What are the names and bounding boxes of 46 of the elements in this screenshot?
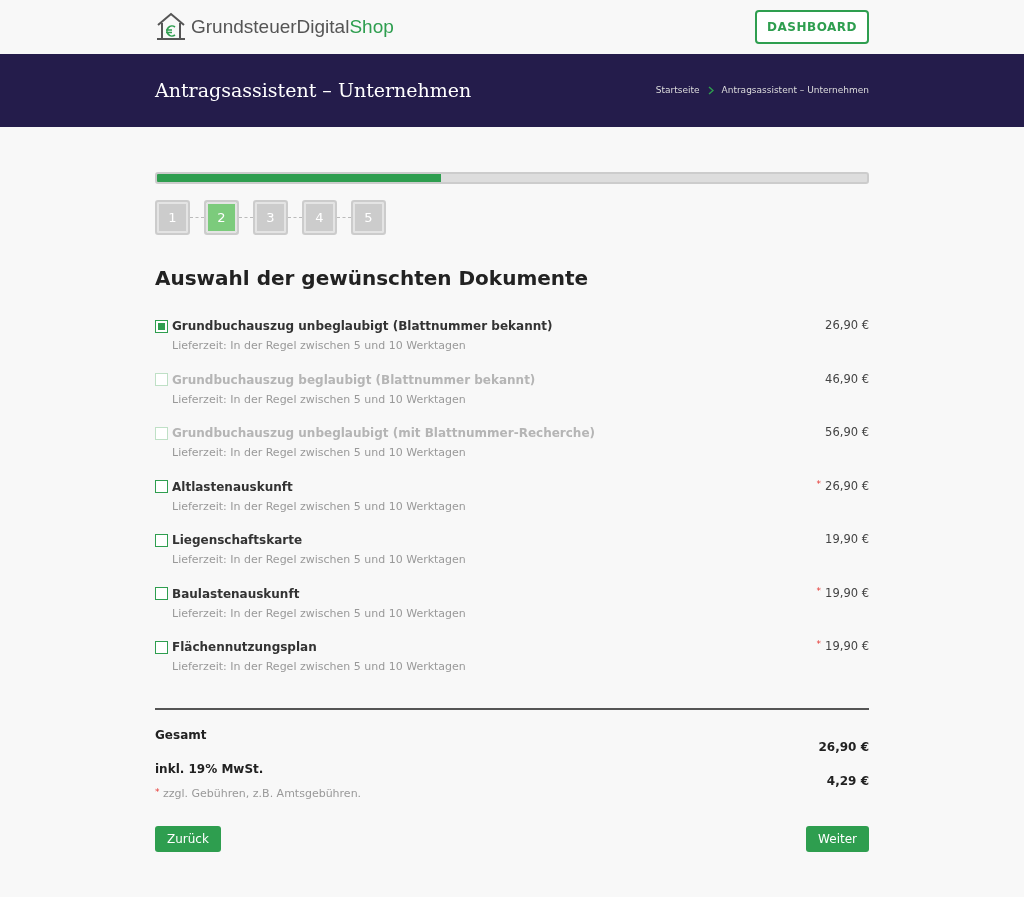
back-button[interactable]: Zurück (155, 826, 221, 852)
document-price: 19,90 € (825, 584, 869, 602)
delivery-time: Lieferzeit: In der Regel zwischen 5 und 10 Werktagen (172, 391, 467, 408)
checkbox[interactable] (155, 319, 168, 333)
fee-marker: * (816, 477, 822, 491)
document-title: Altlastenauskunft (172, 478, 293, 496)
breadcrumb-current: Antragsassistent – Unternehmen (721, 83, 869, 97)
checkbox[interactable] (155, 480, 168, 493)
delivery-time: Lieferzeit: In der Regel zwischen 5 und 10 Werktagen (172, 445, 467, 461)
document-price: 19,90 € (825, 638, 869, 655)
logo-text[interactable]: GrundsteuerDigitalShop (191, 12, 394, 42)
delivery-time: Lieferzeit: In der Regel zwischen 5 und 10 Werktagen (172, 659, 466, 675)
breadcrumb-link[interactable]: Startseite (655, 83, 700, 98)
footnote-marker: * (155, 786, 160, 797)
delivery-time: Lieferzeit: In der Regel zwischen 5 und 10 Werktagen (172, 498, 466, 515)
dashboard-button[interactable]: DASHBOARD (755, 10, 869, 44)
delivery-time: Lieferzeit: In der Regel zwischen 5 und 10 Werktagen (172, 552, 466, 568)
vat-label: inkl. 19% MwSt. (155, 760, 265, 778)
document-title: Flächennutzungsplan (172, 639, 317, 656)
document-price: 46,90 € (825, 370, 869, 388)
document-title: Grundbuchauszug beglaubigt (Blattnummer bekannt) (172, 371, 536, 389)
document-price: 19,90 € (825, 531, 869, 548)
document-price: 26,90 € (825, 477, 869, 495)
section-heading: Auswahl der gewünschten Dokumente (155, 265, 590, 292)
document-title: Grundbuchauszug unbeglaubigt (Blattnummer bekannt) (172, 318, 553, 335)
document-price: 26,90 € (825, 317, 869, 334)
total-amount: 26,90 € (818, 738, 869, 756)
document-title: Liegenschaftskarte (172, 532, 303, 549)
delivery-time: Lieferzeit: In der Regel zwischen 5 und 10 Werktagen (172, 338, 467, 354)
checkbox[interactable] (155, 640, 168, 654)
total-label: Gesamt (155, 726, 208, 744)
next-button[interactable]: Weiter (806, 826, 869, 852)
fee-marker: * (816, 584, 822, 598)
page-title: Antragsassistent – Unternehmen (155, 78, 472, 104)
vat-amount: 4,29 € (825, 772, 869, 790)
document-title: Grundbuchauszug unbeglaubigt (mit Blattnummer-Recherche) (172, 425, 596, 442)
chevron-icon (707, 86, 714, 95)
checkbox[interactable] (155, 587, 168, 600)
document-title: Baulastenauskunft (172, 585, 300, 603)
house-euro-logo-icon (155, 12, 187, 42)
step-button[interactable]: 2 (204, 200, 239, 235)
fee-marker: * (816, 638, 822, 651)
document-price: 56,90 € (825, 424, 869, 441)
footnote-text: zzgl. Gebühren, z.B. Amtsgebühren. (163, 786, 362, 800)
checkbox[interactable] (155, 533, 168, 547)
delivery-time: Lieferzeit: In der Regel zwischen 5 und 10 Werktagen (172, 605, 466, 622)
